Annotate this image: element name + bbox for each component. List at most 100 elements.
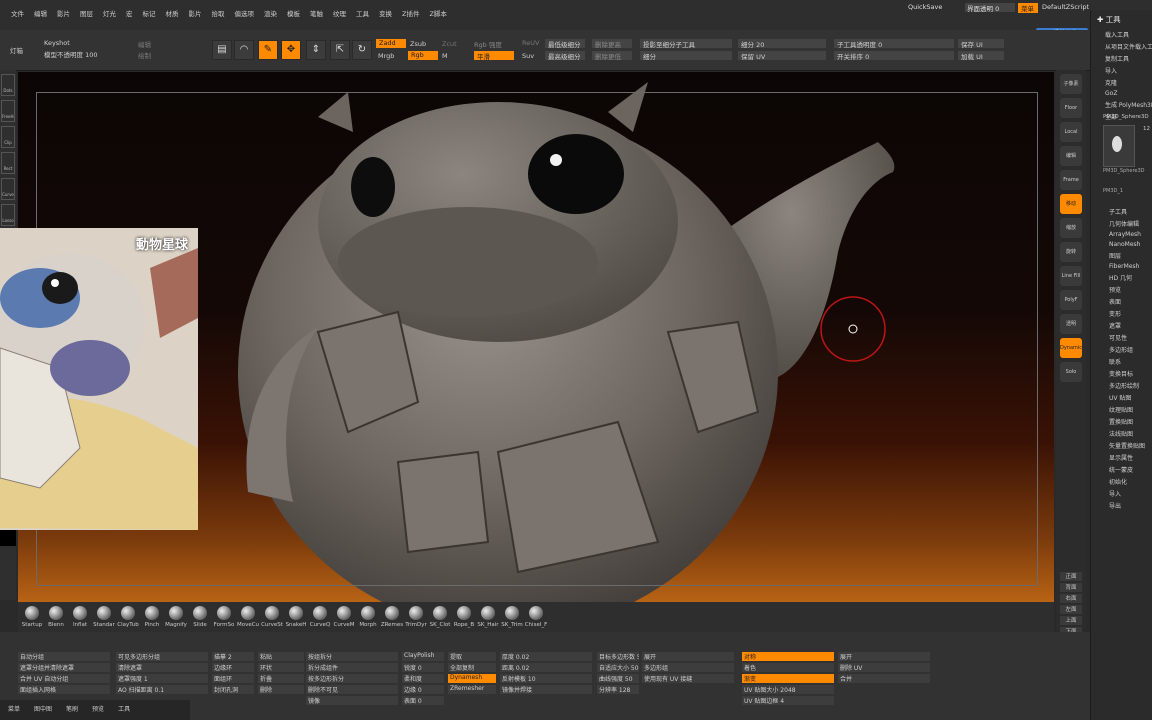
right-shelf-button[interactable]: Dynamic bbox=[1060, 338, 1082, 358]
brush-slot[interactable]: Magnify bbox=[164, 606, 188, 628]
tool-subpalette[interactable]: FiberMesh bbox=[1091, 261, 1152, 271]
view-button[interactable]: 右面 bbox=[1060, 594, 1082, 603]
right-shelf-button[interactable]: PolyF bbox=[1060, 290, 1082, 310]
brush-slot[interactable]: ZRemes bbox=[380, 606, 404, 628]
bottom-control[interactable]: 镜像 bbox=[306, 696, 398, 705]
menu-item[interactable]: 工具 bbox=[351, 8, 374, 18]
rotate-icon[interactable]: ↻ bbox=[352, 40, 372, 60]
bottom-control[interactable]: 粘贴 bbox=[258, 652, 304, 661]
dock-item[interactable]: 图中图 bbox=[34, 704, 52, 713]
bottom-control[interactable]: 锐度 0 bbox=[402, 663, 444, 672]
brush-slot[interactable]: Startup bbox=[20, 606, 44, 628]
keyshot-button[interactable]: Keyshot bbox=[44, 39, 70, 47]
view-button[interactable]: 正面 bbox=[1060, 572, 1082, 581]
tool-subpalette[interactable]: 多边形组 bbox=[1091, 343, 1152, 355]
brush-slot[interactable]: SK_Clot bbox=[428, 606, 452, 628]
bottom-control[interactable]: 按多边形拆分 bbox=[306, 674, 398, 683]
right-shelf-button[interactable]: Floor bbox=[1060, 98, 1082, 118]
left-shelf-tool[interactable]: FreeHand bbox=[1, 100, 15, 122]
bottom-control[interactable]: 封闭孔洞 bbox=[212, 685, 254, 694]
tool-action[interactable]: 载入工具 bbox=[1091, 28, 1152, 40]
tool-subpalette[interactable]: 图层 bbox=[1091, 249, 1152, 261]
bottom-control[interactable]: 展开 bbox=[642, 652, 734, 661]
bottom-control[interactable]: ZRemesher bbox=[448, 685, 496, 694]
left-shelf-tool[interactable]: Rect bbox=[1, 152, 15, 174]
left-shelf-tool[interactable]: Curve bbox=[1, 178, 15, 200]
bottom-control[interactable]: 描摹 2 bbox=[212, 652, 254, 661]
bottom-control[interactable]: 删除不可见 bbox=[306, 685, 398, 694]
view-button[interactable]: 背面 bbox=[1060, 583, 1082, 592]
bottom-control[interactable]: 曲线强度 50 bbox=[597, 674, 639, 683]
left-shelf-tool[interactable]: Clip bbox=[1, 126, 15, 148]
brush-slot[interactable]: Blenn bbox=[44, 606, 68, 628]
brush-slot[interactable]: CurveSt bbox=[260, 606, 284, 628]
save-ui-button[interactable]: 保存 UI bbox=[958, 39, 1004, 49]
bottom-control[interactable]: 遮罩强度 1 bbox=[116, 674, 208, 683]
bottom-control[interactable]: 合并 UV 自动分组 bbox=[18, 674, 110, 683]
bottom-control[interactable]: 边缘环 bbox=[212, 663, 254, 672]
bottom-control[interactable]: UV 贴图大小 2048 bbox=[742, 685, 834, 694]
menu-item[interactable]: 宏 bbox=[121, 8, 138, 18]
brush-slot[interactable]: Pinch bbox=[140, 606, 164, 628]
bottom-control[interactable]: 渐变 bbox=[742, 674, 834, 683]
lowest-res-button[interactable]: 最低级细分 bbox=[545, 39, 585, 49]
right-shelf-button[interactable]: 旋转 bbox=[1060, 242, 1082, 262]
view-button[interactable]: 左面 bbox=[1060, 605, 1082, 614]
bottom-control[interactable]: 表面 0 bbox=[402, 696, 444, 705]
quicksave-button[interactable]: QuickSave bbox=[908, 3, 942, 11]
menu-item[interactable]: 文件 bbox=[6, 8, 29, 18]
brush-slot[interactable]: Morph bbox=[356, 606, 380, 628]
menu-item[interactable]: 影片 bbox=[52, 8, 75, 18]
zcut-button[interactable]: Zcut bbox=[442, 40, 457, 48]
tool-subpalette[interactable]: 初始化 bbox=[1091, 475, 1152, 487]
bottom-control[interactable]: 折叠 bbox=[258, 674, 304, 683]
draw-mode-icon[interactable]: ◠ bbox=[234, 40, 254, 60]
menu-item[interactable]: 变换 bbox=[374, 8, 397, 18]
bottom-control[interactable]: 按组拆分 bbox=[306, 652, 398, 661]
brush-slot[interactable]: SK_Hair bbox=[476, 606, 500, 628]
draw-button[interactable]: ✥ bbox=[281, 40, 301, 60]
move-icon[interactable]: ⇕ bbox=[306, 40, 326, 60]
default-zscript-button[interactable]: DefaultZScript bbox=[1042, 3, 1089, 11]
bottom-control[interactable]: AO 扫描距离 0.1 bbox=[116, 685, 208, 694]
dock-item[interactable]: 预览 bbox=[92, 704, 104, 713]
tool-subpalette[interactable]: 变形 bbox=[1091, 307, 1152, 319]
menu-item[interactable]: 编辑 bbox=[29, 8, 52, 18]
bottom-control[interactable]: 自适应大小 50 bbox=[597, 663, 639, 672]
bottom-control[interactable]: 分辨率 128 bbox=[597, 685, 639, 694]
menu-item[interactable]: 材质 bbox=[161, 8, 184, 18]
bottom-control[interactable]: 柔和度 bbox=[402, 674, 444, 683]
bottom-control[interactable]: 环状 bbox=[258, 663, 304, 672]
lightbox-button[interactable]: 灯箱 bbox=[10, 45, 23, 55]
brush-slot[interactable]: FormSo bbox=[212, 606, 236, 628]
tool-subpalette[interactable]: 几何体编辑 bbox=[1091, 217, 1152, 229]
bottom-control[interactable]: 目标多边形数 5 bbox=[597, 652, 639, 661]
brush-slot[interactable]: SnakeH bbox=[284, 606, 308, 628]
brush-slot[interactable]: Chisel_F bbox=[524, 606, 548, 628]
brush-slot[interactable]: MoveCu bbox=[236, 606, 260, 628]
tool-subpalette[interactable]: UV 贴图 bbox=[1091, 391, 1152, 403]
menu-item[interactable]: 模板 bbox=[282, 8, 305, 18]
bottom-control[interactable]: 厚度 0.02 bbox=[500, 652, 592, 661]
bottom-control[interactable]: 遮罩分组并清除遮罩 bbox=[18, 663, 110, 672]
bottom-control[interactable]: 反射模板 10 bbox=[500, 674, 592, 683]
right-shelf-button[interactable]: 缩放 bbox=[1060, 218, 1082, 238]
subtool-opacity-slider[interactable]: 子工具透明度 0 bbox=[834, 39, 954, 49]
tool-thumbnail[interactable] bbox=[1103, 125, 1135, 167]
menu-item[interactable]: 影片 bbox=[184, 8, 207, 18]
bottom-control[interactable]: 多边形组 bbox=[642, 663, 734, 672]
brush-slot[interactable]: Standar bbox=[92, 606, 116, 628]
divide-button[interactable]: 细分 bbox=[640, 51, 732, 61]
left-shelf-tool[interactable]: Lasso bbox=[1, 204, 15, 226]
brush-slot[interactable]: Slide bbox=[188, 606, 212, 628]
menu-item[interactable]: Z脚本 bbox=[424, 8, 451, 18]
bottom-control[interactable]: 拆分成组件 bbox=[306, 663, 398, 672]
bottom-control[interactable]: 删除 bbox=[258, 685, 304, 694]
scale-icon[interactable]: ⇱ bbox=[330, 40, 350, 60]
tool-subpalette[interactable]: ArrayMesh bbox=[1091, 229, 1152, 239]
tool-subpalette[interactable]: 法线贴图 bbox=[1091, 427, 1152, 439]
tool-action[interactable]: 从项目文件载入工 bbox=[1091, 40, 1152, 52]
brush-slot[interactable]: SK_Trim bbox=[500, 606, 524, 628]
tool-subpalette[interactable]: HD 几何 bbox=[1091, 271, 1152, 283]
bottom-control[interactable]: 全部复制 bbox=[448, 663, 496, 672]
